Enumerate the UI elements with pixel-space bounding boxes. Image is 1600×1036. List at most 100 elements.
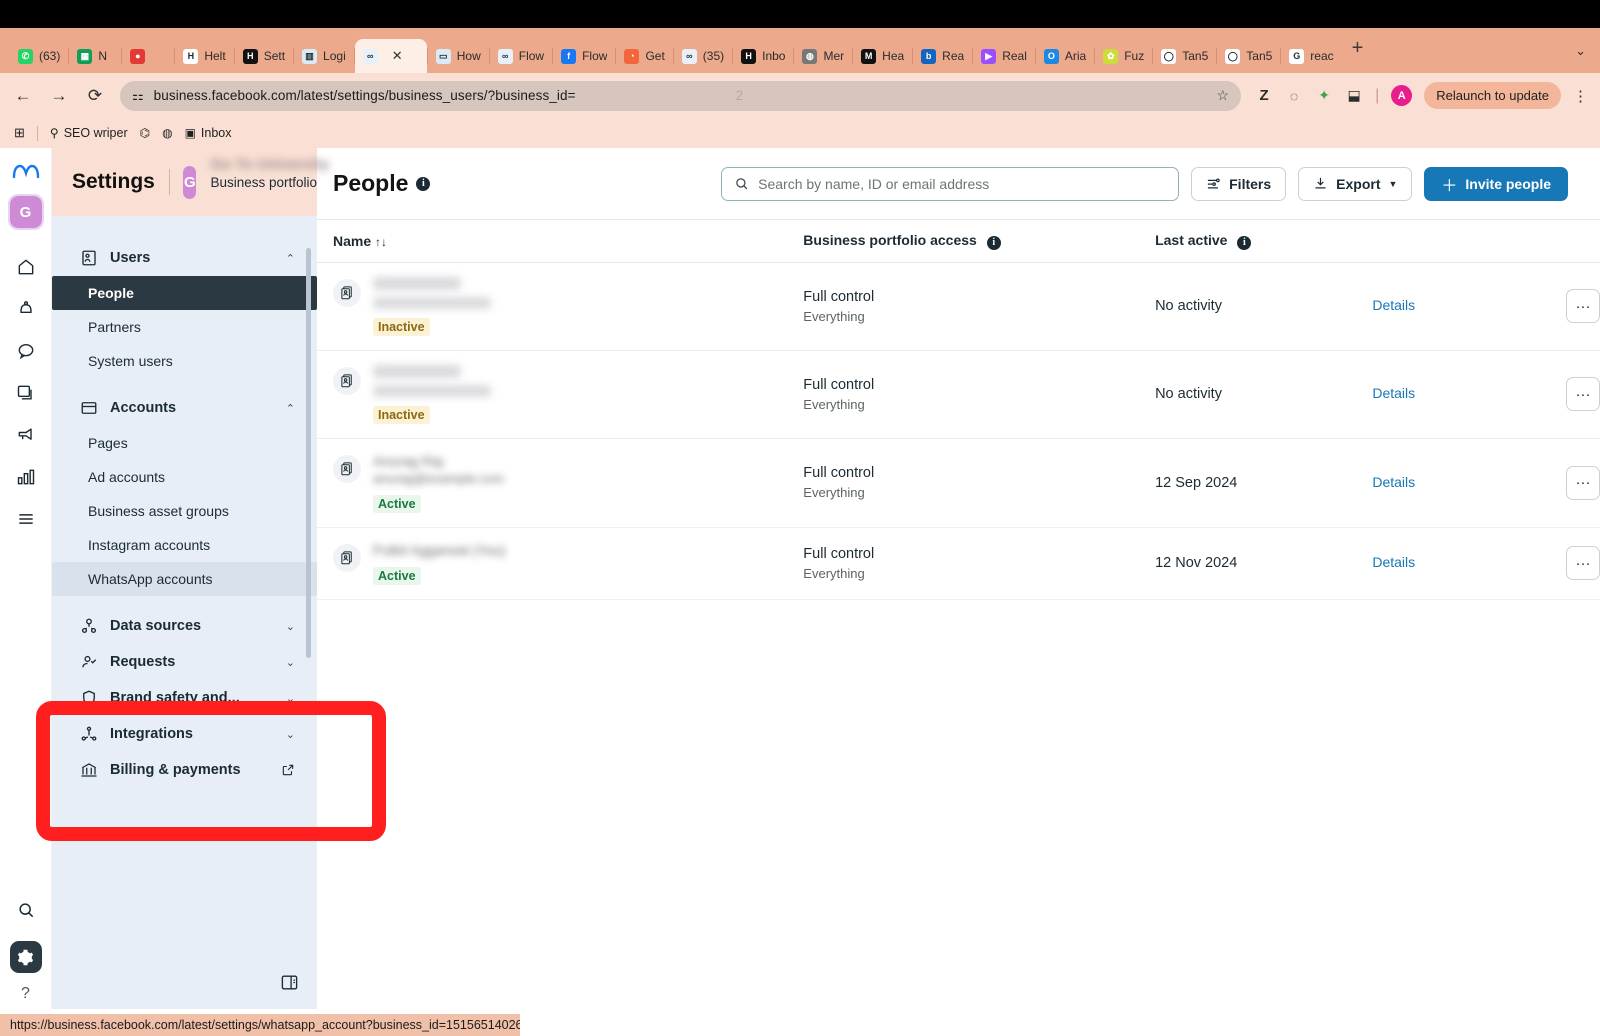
browser-tab[interactable]: ◔Get (616, 39, 672, 73)
external-link-icon[interactable] (281, 763, 295, 777)
home-icon[interactable] (9, 250, 43, 284)
site-settings-icon[interactable]: ⚏ (132, 88, 144, 104)
apps-grid-icon[interactable]: ⊞ (14, 125, 25, 141)
bell-icon[interactable] (9, 292, 43, 326)
chevron-up-icon[interactable]: ⌃ (286, 252, 295, 265)
browser-menu-icon[interactable]: ⋮ (1573, 87, 1588, 105)
browser-tab[interactable]: OAria (1036, 39, 1094, 73)
chat-icon[interactable] (9, 334, 43, 368)
sidebar-item-people[interactable]: People (52, 276, 317, 310)
table-row[interactable]: InactiveFull controlEverythingNo activit… (317, 350, 1600, 438)
chevron-down-icon[interactable]: ⌄ (286, 656, 295, 669)
sort-icon[interactable]: ↑↓ (375, 235, 387, 249)
browser-tab[interactable]: HInbo (733, 39, 793, 73)
forward-button[interactable]: → (48, 86, 70, 106)
browser-profile-avatar[interactable]: A (1391, 85, 1412, 106)
back-button[interactable]: ← (12, 86, 34, 106)
export-button[interactable]: Export ▼ (1298, 167, 1412, 201)
chevron-down-icon[interactable]: ⌄ (286, 728, 295, 741)
row-overflow-menu-icon[interactable]: ··· (1566, 546, 1600, 580)
browser-tab[interactable]: ◯Tan5 (1153, 39, 1216, 73)
browser-tab[interactable]: ✿Fuz (1095, 39, 1152, 73)
sidebar-group-billing-payments[interactable]: Billing & payments (52, 752, 317, 788)
browser-tab[interactable]: Greac (1281, 39, 1341, 73)
details-link[interactable]: Details (1372, 554, 1415, 570)
bookmark-item[interactable]: ⌬ (140, 126, 150, 140)
filters-button[interactable]: Filters (1191, 167, 1286, 201)
details-link[interactable]: Details (1372, 297, 1415, 313)
analytics-icon[interactable] (9, 460, 43, 494)
sidebar-item-partners[interactable]: Partners (52, 310, 317, 344)
zotero-extension-icon[interactable]: Z (1255, 87, 1273, 104)
invite-people-button[interactable]: ＋ Invite people (1424, 167, 1568, 201)
reload-button[interactable]: ⟳ (84, 86, 106, 106)
bookmark-item[interactable]: ⚲SEO wriper (50, 126, 128, 140)
people-info-icon[interactable]: i (416, 177, 430, 191)
chevron-down-icon[interactable]: ⌄ (286, 692, 295, 705)
pages-icon[interactable] (9, 376, 43, 410)
sidebar-group-integrations[interactable]: Integrations⌄ (52, 716, 317, 752)
browser-tab[interactable]: MHea (853, 39, 912, 73)
browser-tab[interactable]: ✆(63) (10, 39, 68, 73)
table-row[interactable]: Anurag Rajanurag@example.comActiveFull c… (317, 438, 1600, 527)
sidebar-scrollbar[interactable] (306, 248, 311, 658)
search-icon[interactable] (9, 893, 43, 927)
browser-tab[interactable]: ∞Flow (490, 39, 552, 73)
browser-tab[interactable]: ∞✕ (355, 39, 427, 73)
browser-tab[interactable]: ▭How (428, 39, 489, 73)
chevron-up-icon[interactable]: ⌃ (286, 402, 295, 415)
browser-tab[interactable]: HSett (235, 39, 293, 73)
chevron-down-icon[interactable]: ⌄ (286, 620, 295, 633)
sidebar-item-whatsapp-accounts[interactable]: WhatsApp accounts (52, 562, 317, 596)
relaunch-to-update-button[interactable]: Relaunch to update (1424, 82, 1561, 109)
bookmark-item[interactable]: ◍ (162, 126, 172, 140)
browser-tab[interactable]: fFlow (553, 39, 615, 73)
browser-tab[interactable]: ● (122, 39, 174, 73)
sidebar-group-users[interactable]: Users⌃ (52, 240, 317, 276)
browser-tab[interactable]: ∞(35) (674, 39, 732, 73)
sidebar-group-brand-safety-and[interactable]: Brand safety and...⌄ (52, 680, 317, 716)
address-bar[interactable]: ⚏ business.facebook.com/latest/settings/… (120, 81, 1241, 111)
details-link[interactable]: Details (1372, 385, 1415, 401)
browser-tab[interactable]: ◯Tan5 (1217, 39, 1280, 73)
chevron-down-icon[interactable]: ▼ (1388, 179, 1397, 189)
portfolio-avatar[interactable]: G (183, 166, 196, 199)
access-info-icon[interactable]: i (987, 236, 1001, 250)
table-row[interactable]: Pulkit Aggarwal (You)ActiveFull controlE… (317, 527, 1600, 599)
sidebar-group-accounts[interactable]: Accounts⌃ (52, 390, 317, 426)
megaphone-icon[interactable] (9, 418, 43, 452)
row-overflow-menu-icon[interactable]: ··· (1566, 289, 1600, 323)
browser-tab[interactable]: ▶Real (973, 39, 1035, 73)
rail-account-avatar[interactable]: G (10, 196, 42, 228)
green-leaf-extension-icon[interactable]: ✦ (1315, 87, 1333, 104)
gear-icon[interactable] (10, 941, 42, 973)
browser-tab[interactable]: ▥Logi (294, 39, 354, 73)
collapse-panel-icon[interactable] (280, 973, 299, 992)
table-row[interactable]: InactiveFull controlEverythingNo activit… (317, 262, 1600, 350)
eye-off-extension-icon[interactable]: ◌ (1285, 88, 1303, 104)
browser-tab[interactable]: ▦N (69, 39, 121, 73)
row-overflow-menu-icon[interactable]: ··· (1566, 466, 1600, 500)
browser-tabstrip[interactable]: ✆(63)▦N●HHeltHSett▥Logi∞✕▭How∞FlowfFlow◔… (0, 28, 1600, 73)
browser-tab[interactable]: bRea (913, 39, 972, 73)
search-input[interactable]: Search by name, ID or email address (721, 167, 1179, 201)
clipboard-extension-icon[interactable]: ⬓ (1345, 87, 1363, 104)
bookmark-item[interactable]: ▣Inbox (185, 126, 232, 140)
last-active-info-icon[interactable]: i (1237, 236, 1251, 250)
sidebar-group-requests[interactable]: Requests⌄ (52, 644, 317, 680)
sidebar-item-system-users[interactable]: System users (52, 344, 317, 378)
details-link[interactable]: Details (1372, 474, 1415, 490)
meta-logo-icon[interactable] (12, 164, 40, 182)
sidebar-item-ad-accounts[interactable]: Ad accounts (52, 460, 317, 494)
sidebar-group-data-sources[interactable]: Data sources⌄ (52, 608, 317, 644)
column-header-name[interactable]: Name ↑↓ (317, 220, 803, 262)
bookmark-star-icon[interactable]: ☆ (1217, 87, 1230, 104)
browser-tab[interactable]: ◍Mer (794, 39, 852, 73)
menu-icon[interactable] (9, 502, 43, 536)
browser-tab[interactable]: HHelt (175, 39, 233, 73)
close-icon[interactable]: ✕ (392, 48, 403, 64)
sidebar-item-business-asset-groups[interactable]: Business asset groups (52, 494, 317, 528)
row-overflow-menu-icon[interactable]: ··· (1566, 377, 1600, 411)
sidebar-item-pages[interactable]: Pages (52, 426, 317, 460)
sidebar-item-instagram-accounts[interactable]: Instagram accounts (52, 528, 317, 562)
